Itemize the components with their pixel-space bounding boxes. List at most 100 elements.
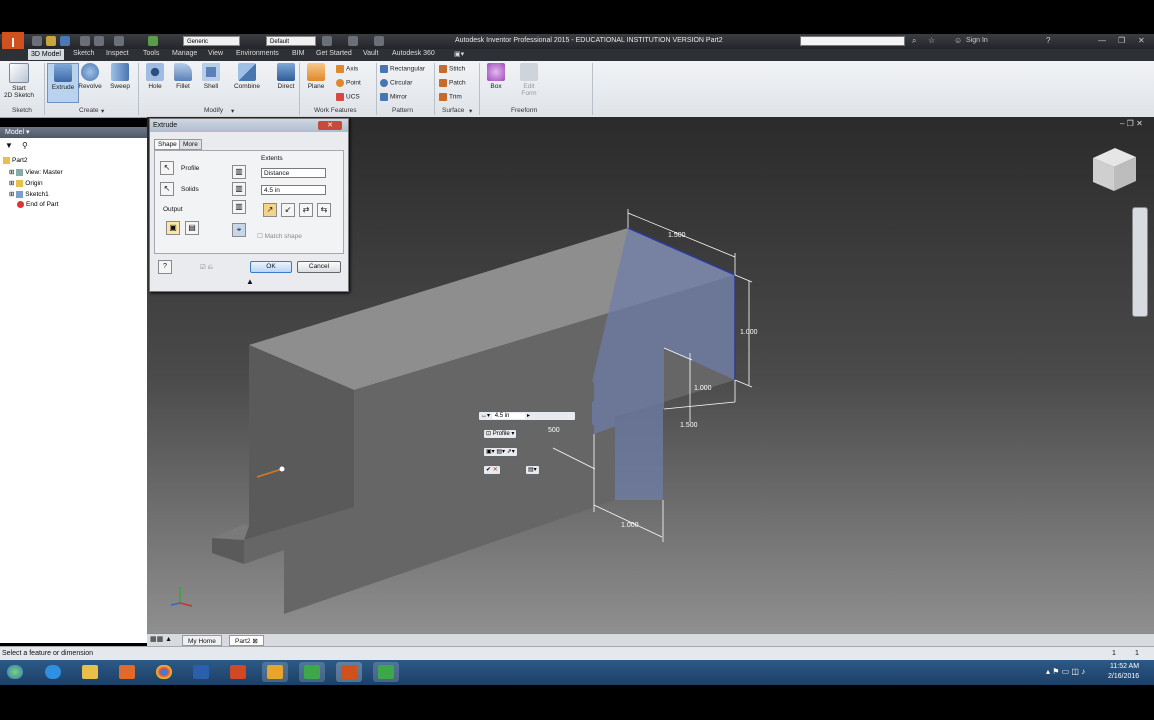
restore-icon[interactable]: ❐ — [1118, 37, 1125, 45]
taskbar-explorer[interactable] — [77, 662, 103, 682]
measure-icon[interactable] — [322, 36, 332, 46]
tab-my-home[interactable]: My Home — [182, 635, 222, 646]
chevron-down-icon[interactable]: ▾ — [101, 107, 104, 115]
distance-input[interactable]: 4.5 in — [261, 185, 326, 195]
tab-3d-model[interactable]: 3D Model — [28, 49, 64, 60]
filter-icon[interactable]: ▼ — [5, 141, 13, 150]
user-icon[interactable]: ☺ — [954, 37, 962, 45]
close-icon[interactable]: ✕ — [1138, 37, 1145, 45]
tab-part2[interactable]: Part2 ⊠ — [229, 635, 264, 646]
taskbar-ie[interactable] — [40, 662, 66, 682]
dim-notch-width[interactable]: 1.000 — [694, 385, 712, 392]
taskbar-camtasia[interactable] — [299, 662, 325, 682]
tab-sketch[interactable]: Sketch — [73, 50, 94, 57]
exchange-icon[interactable]: ☆ — [928, 37, 935, 45]
search-input[interactable] — [800, 36, 905, 46]
axis-button[interactable]: Axis — [336, 65, 358, 73]
ok-button[interactable]: OK — [250, 261, 292, 273]
model-step-face[interactable] — [212, 524, 249, 540]
home-icon[interactable] — [114, 36, 124, 46]
expand-arrow-icon[interactable]: ▲ — [246, 277, 254, 286]
ribbon-options-icon[interactable]: ▣▾ — [454, 50, 464, 58]
taskbar-chrome[interactable] — [151, 662, 177, 682]
dim-bottom[interactable]: 1.000 — [621, 522, 639, 529]
minimize-icon[interactable]: — — [1098, 37, 1106, 45]
mini-toolbar-profile[interactable]: ⊡ Profile ▾ — [483, 429, 518, 439]
cut-operation-button[interactable]: ▥ — [232, 182, 246, 196]
save-icon[interactable] — [60, 36, 70, 46]
output-solid-button[interactable]: ▣ — [166, 221, 180, 235]
preview-toggle[interactable]: ☑ ⎌ — [200, 263, 213, 272]
clock-date[interactable]: 2/16/2016 — [1108, 673, 1139, 680]
function-icon[interactable] — [348, 36, 358, 46]
dim-notch-height[interactable]: 1.500 — [680, 422, 698, 429]
navigation-bar[interactable] — [1132, 207, 1148, 317]
plane-button[interactable]: Plane — [301, 63, 331, 90]
taskbar-outlook[interactable] — [262, 662, 288, 682]
help-icon[interactable]: ? — [1046, 37, 1050, 45]
join-operation-button[interactable]: ▥ — [232, 165, 246, 179]
symmetric-button[interactable]: ⇄ — [299, 203, 313, 217]
mini-toolbar-menu[interactable]: ▤▾ — [525, 465, 540, 475]
direction-1-button[interactable]: ↗ — [263, 203, 277, 217]
solids-select-button[interactable]: ↖ — [160, 182, 174, 196]
update-icon[interactable] — [148, 36, 158, 46]
tab-manage[interactable]: Manage — [172, 50, 197, 57]
tab-more[interactable]: More — [179, 139, 202, 150]
revolve-button[interactable]: Revolve — [75, 63, 105, 90]
extents-type-select[interactable]: Distance — [261, 168, 326, 178]
tree-item-end-of-part[interactable]: End of Part — [17, 201, 59, 208]
stitch-button[interactable]: Stitch — [439, 65, 465, 73]
material-select[interactable]: Default — [266, 36, 316, 46]
mini-toolbar-ok-cancel[interactable]: ✔ ✕ — [483, 465, 501, 475]
mini-toolbar-distance[interactable]: ↔▾ 4.5 in ▸ — [478, 411, 576, 421]
tab-bim[interactable]: BIM — [292, 50, 304, 57]
box-button[interactable]: Box — [481, 63, 511, 90]
dim-mini[interactable]: 500 — [548, 427, 560, 434]
start-2d-sketch-button[interactable]: Start 2D Sketch — [4, 63, 34, 99]
dim-top[interactable]: 1.500 — [668, 232, 686, 239]
search-icon[interactable]: ⌕ — [912, 37, 916, 45]
point-button[interactable]: Point — [336, 79, 361, 87]
taskbar-media[interactable] — [114, 662, 140, 682]
direct-button[interactable]: Direct — [271, 63, 301, 90]
chevron-down-icon[interactable]: ▾ — [469, 107, 472, 115]
edit-form-button[interactable]: Edit Form — [514, 63, 544, 97]
tray-icons[interactable]: ▴ ⚑ ▭ ◫ ♪ — [1046, 667, 1085, 676]
tab-get-started[interactable]: Get Started — [316, 50, 352, 57]
dialog-close-icon[interactable]: ✕ — [318, 121, 342, 130]
trim-button[interactable]: Trim — [439, 93, 462, 101]
viewcube-icon[interactable] — [1093, 148, 1136, 191]
new-solid-button[interactable]: ⌖ — [232, 223, 246, 237]
tab-tools[interactable]: Tools — [143, 50, 159, 57]
chevron-down-icon[interactable]: ▾ — [231, 107, 234, 115]
rectangular-pattern-button[interactable]: Rectangular — [380, 65, 425, 73]
viewport-window-controls[interactable]: – ❐ ✕ — [1120, 119, 1143, 128]
undo-icon[interactable] — [80, 36, 90, 46]
taskbar-powerpoint[interactable] — [225, 662, 251, 682]
sign-in-link[interactable]: Sign In — [966, 37, 988, 45]
tree-item-view[interactable]: ⊞ View: Master — [9, 168, 63, 176]
start-button[interactable] — [2, 662, 30, 682]
open-icon[interactable] — [46, 36, 56, 46]
appearance-select[interactable]: Generic — [183, 36, 240, 46]
mini-cancel-icon[interactable]: ✕ — [493, 467, 498, 473]
tab-inspect[interactable]: Inspect — [106, 50, 129, 57]
match-shape-checkbox[interactable]: ☐ Match shape — [257, 232, 302, 240]
dim-right[interactable]: 1.000 — [740, 329, 758, 336]
fillet-button[interactable]: Fillet — [168, 63, 198, 90]
dropdown-icon[interactable] — [374, 36, 384, 46]
extrude-handle[interactable] — [279, 466, 285, 472]
cancel-button[interactable]: Cancel — [297, 261, 341, 273]
ucs-button[interactable]: UCS — [336, 93, 360, 101]
tab-layout-icons[interactable]: ▦▦ ▲ — [150, 635, 172, 643]
clock-time[interactable]: 11:52 AM — [1110, 663, 1139, 670]
tab-environments[interactable]: Environments — [236, 50, 279, 57]
combine-button[interactable]: Combine — [232, 63, 262, 90]
mini-toolbar-output[interactable]: ▣▾ ▤▾ ⇗▾ — [483, 447, 518, 457]
tab-vault[interactable]: Vault — [363, 50, 378, 57]
tab-autodesk-360[interactable]: Autodesk 360 — [392, 50, 435, 57]
taskbar-camtasia-recorder[interactable] — [373, 662, 399, 682]
find-icon[interactable]: ⚲ — [22, 141, 28, 150]
tree-item-sketch[interactable]: ⊞ Sketch1 — [9, 190, 49, 198]
